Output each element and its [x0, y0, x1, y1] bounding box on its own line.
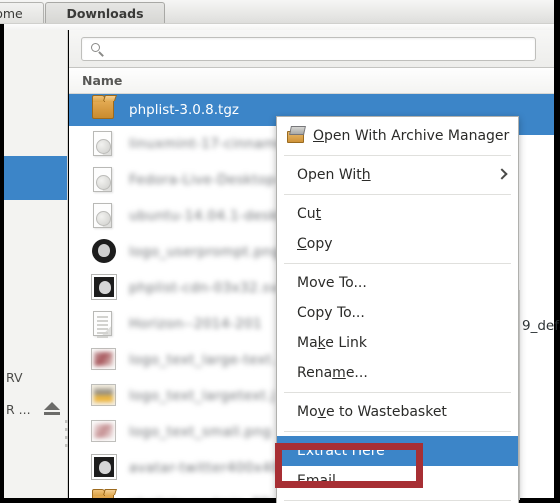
menu-separator: [284, 392, 511, 393]
menu-item-email[interactable]: Email...: [277, 466, 518, 496]
menu-item-copy[interactable]: Copy: [277, 229, 518, 259]
archive-icon: [88, 489, 118, 498]
sidebar-item-0-label: RV: [6, 369, 23, 385]
document-icon: [88, 310, 118, 338]
dark-square-icon: [88, 274, 118, 302]
menu-separator: [284, 500, 511, 501]
menu-separator: [284, 155, 511, 156]
tab-strip: ome Downloads: [0, 0, 560, 26]
sidebar-item-selected[interactable]: [4, 156, 67, 200]
tab-home-label: ome: [0, 6, 23, 21]
menu-item-label: Email...: [297, 473, 350, 489]
image-warm-icon: [88, 346, 118, 374]
menu-item-label: Make Link: [297, 335, 368, 351]
menu-separator: [284, 263, 511, 264]
menu-item-make-link[interactable]: Make Link: [277, 328, 518, 358]
file-name: logo_text_largetext.j: [129, 388, 276, 404]
window-bezel-right: [554, 0, 560, 503]
file-name: phplist-3.0.8.tgz: [129, 102, 239, 118]
menu-item-rename[interactable]: Rename...: [277, 358, 518, 388]
tab-home[interactable]: ome: [0, 2, 44, 24]
menu-item-extract-here[interactable]: Extract Here: [277, 436, 518, 466]
file-name: logo_text_small.png: [129, 424, 272, 440]
archive-manager-icon: [285, 126, 307, 146]
menu-item-move-to-wastebasket[interactable]: Move to Wastebasket: [277, 397, 518, 427]
search-input[interactable]: [81, 37, 536, 61]
menu-item-label: Rename...: [297, 365, 368, 381]
background-text-fragment: 9_defa: [522, 318, 560, 334]
file-name: Horizon--2014-201: [129, 316, 263, 332]
search-bar: [69, 30, 554, 68]
file-name: ubuntu-14.04.1-deskt: [129, 208, 284, 224]
menu-item-label: Open With Archive Manager: [313, 128, 510, 144]
column-header-name[interactable]: Name: [69, 68, 554, 94]
search-icon: [91, 43, 105, 57]
sidebar: RV R ...: [4, 30, 68, 498]
menu-item-copy-to[interactable]: Copy To...: [277, 298, 518, 328]
file-name: logo_text_large-text.: [129, 352, 277, 368]
image-pink-icon: [88, 418, 118, 446]
selection-row-edge: [519, 104, 554, 135]
menu-item-label: Open With: [297, 167, 371, 183]
sidebar-item-1-label: R ...: [6, 401, 31, 417]
menu-item-cut[interactable]: Cut: [277, 199, 518, 229]
menu-item-label: Copy To...: [297, 305, 365, 321]
file-name: phplistsysadmin_PD: [129, 496, 271, 498]
file-name: linuxmint-17-cinnamo: [129, 136, 286, 152]
menu-item-label: Cut: [297, 206, 322, 222]
column-divider: [519, 290, 520, 500]
sidebar-item-0[interactable]: RV: [4, 366, 67, 388]
menu-item-open-with[interactable]: Open With: [277, 160, 518, 190]
menu-item-move-to[interactable]: Move To...: [277, 268, 518, 298]
context-menu: Open With Archive Manager Open With Cut …: [276, 116, 519, 503]
menu-item-label: Copy: [297, 236, 333, 252]
tab-downloads[interactable]: Downloads: [45, 2, 165, 24]
image-gold-icon: [88, 382, 118, 410]
menu-item-open-with-archive-manager[interactable]: Open With Archive Manager: [277, 121, 518, 151]
chevron-right-icon: [496, 168, 508, 180]
tab-downloads-label: Downloads: [66, 6, 144, 21]
file-name: phplist-cdn-03x32.sv: [129, 280, 279, 296]
menu-separator: [284, 431, 511, 432]
menu-item-label: Extract Here: [297, 443, 385, 459]
menu-item-label: Move to Wastebasket: [297, 404, 447, 420]
eject-icon[interactable]: [44, 402, 60, 416]
archive-icon: [88, 95, 118, 124]
file-name: Fedora-Live-Desktop-: [129, 172, 281, 188]
menu-separator: [284, 194, 511, 195]
dark-circle-icon: [88, 238, 118, 266]
disc-image-icon: [88, 130, 118, 158]
file-name: logo_userprompt.png: [129, 244, 281, 260]
disc-image-icon: [88, 166, 118, 194]
dark-square-icon: [88, 454, 118, 482]
file-name: avatar-twitter400x40: [129, 460, 281, 476]
disc-image-icon: [88, 202, 118, 230]
menu-item-label: Move To...: [297, 275, 367, 291]
column-header-name-label: Name: [82, 73, 123, 88]
file-manager-window: ome Downloads RV R ... Nam: [0, 0, 560, 503]
